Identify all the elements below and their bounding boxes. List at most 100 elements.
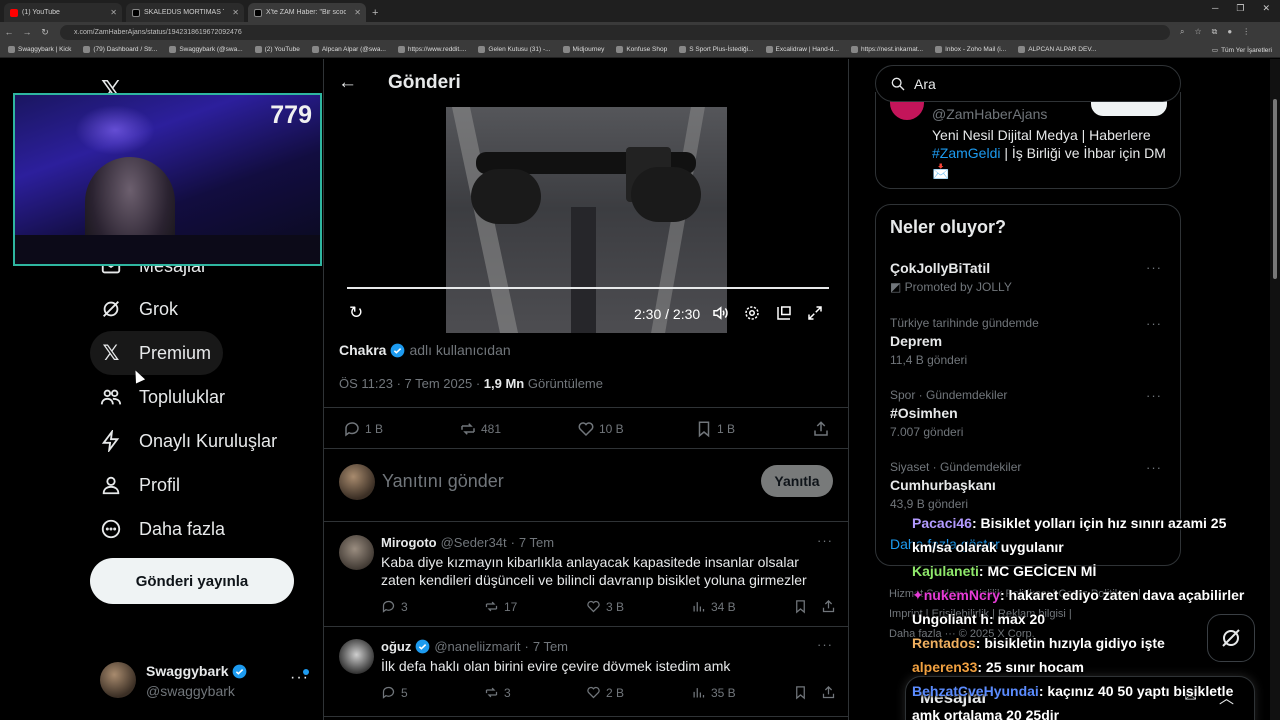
all-bookmarks-button[interactable]: ▭ Tüm Yer İşaretleri <box>1205 42 1272 57</box>
trend-item[interactable]: ÇokJollyBiTatil ◩ Promoted by JOLLY ··· <box>890 260 1170 294</box>
video-progress-bar[interactable] <box>347 287 829 289</box>
reply-input[interactable]: Yanıtını gönder <box>382 471 504 492</box>
repost-action[interactable]: 3 <box>484 685 511 700</box>
bookmark-item[interactable]: S Sport Plus-İstediği... <box>679 46 754 53</box>
bookmark-item[interactable]: https://nest.inkarnat... <box>850 46 923 53</box>
maximize-icon[interactable]: ❐ <box>1236 3 1244 14</box>
close-window-icon[interactable]: ✕ <box>1262 3 1270 14</box>
scroll-thumb[interactable] <box>1273 99 1277 279</box>
like-action[interactable]: 3 B <box>586 599 624 614</box>
trend-item[interactable]: Siyaset · Gündemdekiler Cumhurbaşkanı 43… <box>890 460 1170 511</box>
page-scrollbar[interactable] <box>1270 59 1280 720</box>
extensions-icon[interactable]: ⧉ <box>1212 27 1218 37</box>
nav-label: Grok <box>139 298 179 319</box>
avatar[interactable] <box>339 639 374 674</box>
reply-author-name[interactable]: oğuz <box>381 639 411 654</box>
more-icon[interactable]: ··· <box>1146 460 1162 475</box>
more-icon[interactable]: ··· <box>1146 388 1162 403</box>
close-icon[interactable]: ✕ <box>354 8 361 17</box>
viewer-count: 779 <box>270 101 312 129</box>
address-bar[interactable]: x.com/ZamHaberAjans/status/1942318619672… <box>60 24 1170 40</box>
bookmark-action[interactable] <box>793 599 808 614</box>
bookmark-item[interactable]: https://www.reddit.... <box>397 46 466 53</box>
nav-item-profile[interactable]: Profil <box>90 463 192 507</box>
minimize-icon[interactable]: ─ <box>1212 3 1218 14</box>
bookmark-item[interactable]: Midjourney <box>562 46 604 53</box>
more-icon[interactable]: ··· <box>817 637 833 652</box>
bookmark-item[interactable]: ALPCAN ALPAR DEV... <box>1018 46 1096 53</box>
close-icon[interactable]: ✕ <box>110 8 117 17</box>
nav-item-more[interactable]: Daha fazla <box>90 507 237 551</box>
views-action[interactable]: 34 B <box>691 599 736 614</box>
share-action[interactable] <box>821 599 836 614</box>
video-time: 2:30 / 2:30 <box>634 306 701 322</box>
profile-icon[interactable]: ● <box>1227 27 1232 37</box>
more-icon[interactable]: ··· <box>817 533 833 548</box>
star-icon[interactable]: ☆ <box>1194 27 1201 37</box>
bookmark-item[interactable]: Inbox - Zoho Mail (i... <box>935 46 1006 53</box>
profile-handle[interactable]: @ZamHaberAjans <box>932 106 1047 122</box>
search-box[interactable]: Ara <box>875 65 1181 102</box>
reply-action[interactable]: 1 B <box>343 420 383 438</box>
close-icon[interactable]: ✕ <box>232 8 239 17</box>
settings-gear-icon[interactable] <box>743 304 761 322</box>
nav-item-premium[interactable]: 𝕏 Premium <box>90 331 224 375</box>
replay-icon[interactable]: ↻ <box>349 303 363 323</box>
nav-item-grok[interactable]: Grok <box>90 287 190 331</box>
bookmark-item[interactable]: Alpcan Alpar (@swa... <box>311 46 386 53</box>
reply-button[interactable]: Yanıtla <box>761 465 833 497</box>
menu-icon[interactable]: ⋮ <box>1242 27 1250 37</box>
reply-time[interactable]: 7 Tem <box>519 535 554 550</box>
repost-action[interactable]: 481 <box>459 420 501 438</box>
more-icon[interactable]: ··· <box>1146 260 1162 275</box>
bookmark-item[interactable]: (2) YouTube <box>254 46 300 53</box>
back-icon[interactable]: ← <box>0 27 18 37</box>
more-icon[interactable]: ··· <box>1146 316 1162 331</box>
forward-icon[interactable]: → <box>18 27 36 37</box>
avatar[interactable] <box>339 535 374 570</box>
repost-action[interactable]: 17 <box>484 599 517 614</box>
bookmark-item[interactable]: Excalidraw | Hand-d... <box>765 46 839 53</box>
hashtag-link[interactable]: #ZamGeldi <box>932 145 1000 161</box>
reply-post[interactable]: Mirogoto @Seder34t · 7 Tem ··· Kaba diye… <box>324 523 848 627</box>
bookmark-favicon-icon <box>83 46 91 53</box>
reply-author-name[interactable]: Mirogoto <box>381 535 437 550</box>
like-action[interactable]: 2 B <box>586 685 624 700</box>
reply-time[interactable]: 7 Tem <box>533 639 568 654</box>
trend-item[interactable]: Spor · Gündemdekiler #Osimhen 7.007 gönd… <box>890 388 1170 439</box>
bookmark-item[interactable]: Konfuse Shop <box>616 46 667 53</box>
new-tab-button[interactable]: + <box>372 3 378 22</box>
bookmark-item[interactable]: Swaggybark | Kick <box>8 46 71 53</box>
reply-action[interactable]: 3 <box>381 599 408 614</box>
views-action[interactable]: 35 B <box>691 685 736 700</box>
fullscreen-icon[interactable] <box>806 304 824 322</box>
bookmark-action[interactable]: 1 B <box>695 420 735 438</box>
browser-tab-x-community[interactable]: SKALEDUS MORTIMAS Topluluk ✕ <box>126 3 244 22</box>
post-button[interactable]: Gönderi yayınla <box>90 558 294 604</box>
attribution-name[interactable]: Chakra <box>339 342 386 358</box>
browser-tab-youtube[interactable]: (1) YouTube ✕ <box>4 3 122 22</box>
nav-item-verified-orgs[interactable]: Onaylı Kuruluşlar <box>90 419 289 463</box>
reply-action[interactable]: 5 <box>381 685 408 700</box>
bookmark-item[interactable]: Swaggybark (@swa... <box>169 46 243 53</box>
search-input[interactable]: Ara <box>914 76 936 92</box>
trend-item[interactable]: Türkiye tarihinde gündemde Deprem 11,4 B… <box>890 316 1170 367</box>
share-action[interactable] <box>812 420 830 438</box>
bookmark-item[interactable]: (79) Dashboard / Str... <box>83 46 157 53</box>
picture-in-picture-icon[interactable] <box>775 304 793 322</box>
like-action[interactable]: 10 B <box>577 420 624 438</box>
volume-icon[interactable] <box>711 304 729 322</box>
bookmark-item[interactable]: Gelen Kutusu (31) -... <box>478 46 551 53</box>
trend-category: Siyaset · Gündemdekiler <box>890 460 1022 474</box>
video-player[interactable]: ↻ 2:30 / 2:30 <box>339 107 835 333</box>
share-action[interactable] <box>821 685 836 700</box>
zoom-icon[interactable]: ⌕ <box>1180 27 1184 37</box>
post-timestamp[interactable]: ÖS 11:23 · 7 Tem 2025 · <box>339 376 484 391</box>
account-switcher[interactable]: Swaggybark @swaggybark ··· <box>100 661 310 701</box>
reply-post[interactable]: oğuz @naneliizmarit · 7 Tem ··· İlk defa… <box>324 627 848 717</box>
bookmark-action[interactable] <box>793 685 808 700</box>
nav-item-communities[interactable]: Topluluklar <box>90 375 237 419</box>
reload-icon[interactable]: ↻ <box>36 27 54 38</box>
back-arrow-icon[interactable]: ← <box>338 72 357 94</box>
browser-tab-x-post[interactable]: X'te ZAM Haber: "Bir scooter su ✕ <box>248 3 366 22</box>
